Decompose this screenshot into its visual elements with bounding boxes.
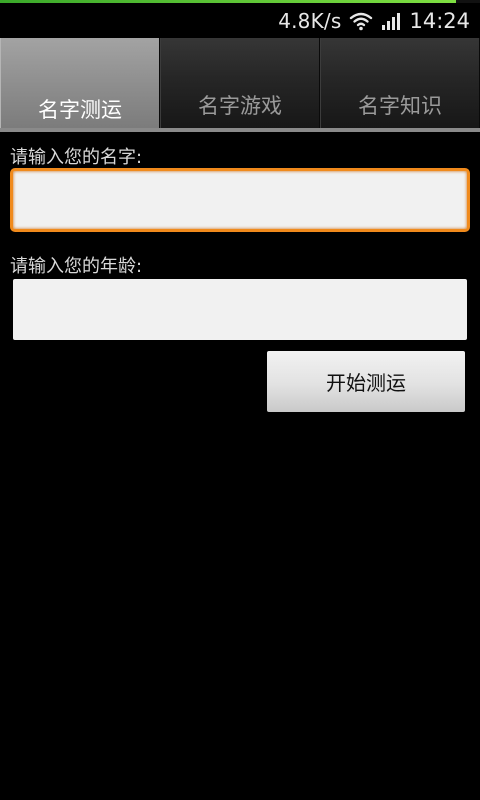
status-bar: 4.8K/s 14:24 [0,3,480,38]
age-label: 请输入您的年龄: [10,256,143,277]
signal-icon [381,11,401,31]
name-input[interactable] [10,168,470,232]
tab-name-fortune[interactable]: 名字测运 [0,38,160,132]
name-label: 请输入您的名字: [10,147,143,168]
start-fortune-button[interactable]: 开始测运 [267,351,465,412]
tab-label: 名字游戏 [198,94,282,118]
tab-label: 名字知识 [358,94,442,118]
tab-label: 名字测运 [38,98,122,122]
status-clock: 14:24 [409,9,470,33]
app-screen: 4.8K/s 14:24 名字测运 名字游戏 名字知识 请输入您的名字: 请输入… [0,0,480,800]
tab-name-knowledge[interactable]: 名字知识 [320,38,480,128]
tab-underline [0,128,480,132]
wifi-icon [349,11,373,31]
tab-bar: 名字测运 名字游戏 名字知识 [0,38,480,132]
age-input[interactable] [13,279,467,340]
tab-name-game[interactable]: 名字游戏 [160,38,320,128]
status-right-group: 4.8K/s 14:24 [278,7,470,35]
network-speed: 4.8K/s [278,9,342,33]
